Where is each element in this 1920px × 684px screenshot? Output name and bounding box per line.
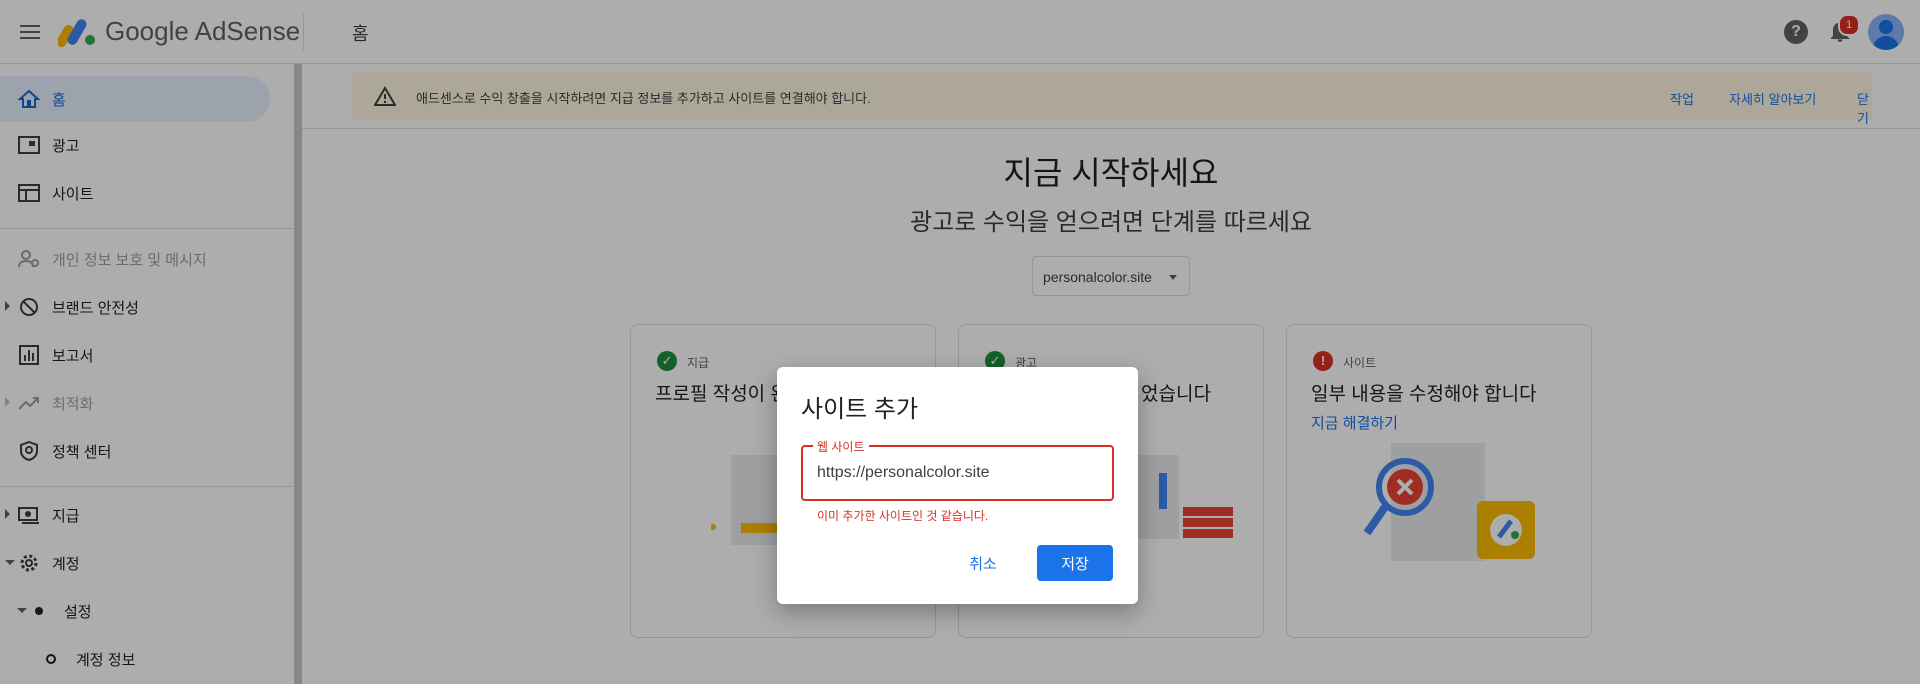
- save-button[interactable]: 저장: [1037, 545, 1113, 581]
- field-error-text: 이미 추가한 사이트인 것 같습니다.: [817, 509, 989, 523]
- dialog-title: 사이트 추가: [801, 396, 919, 423]
- website-field-label: 웹 사이트: [813, 438, 869, 455]
- website-input[interactable]: [815, 463, 1104, 483]
- cancel-button[interactable]: 취소: [953, 545, 1013, 581]
- website-field: 웹 사이트: [801, 438, 1114, 501]
- add-site-dialog: 사이트 추가 웹 사이트 이미 추가한 사이트인 것 같습니다. 취소 저장: [777, 367, 1138, 604]
